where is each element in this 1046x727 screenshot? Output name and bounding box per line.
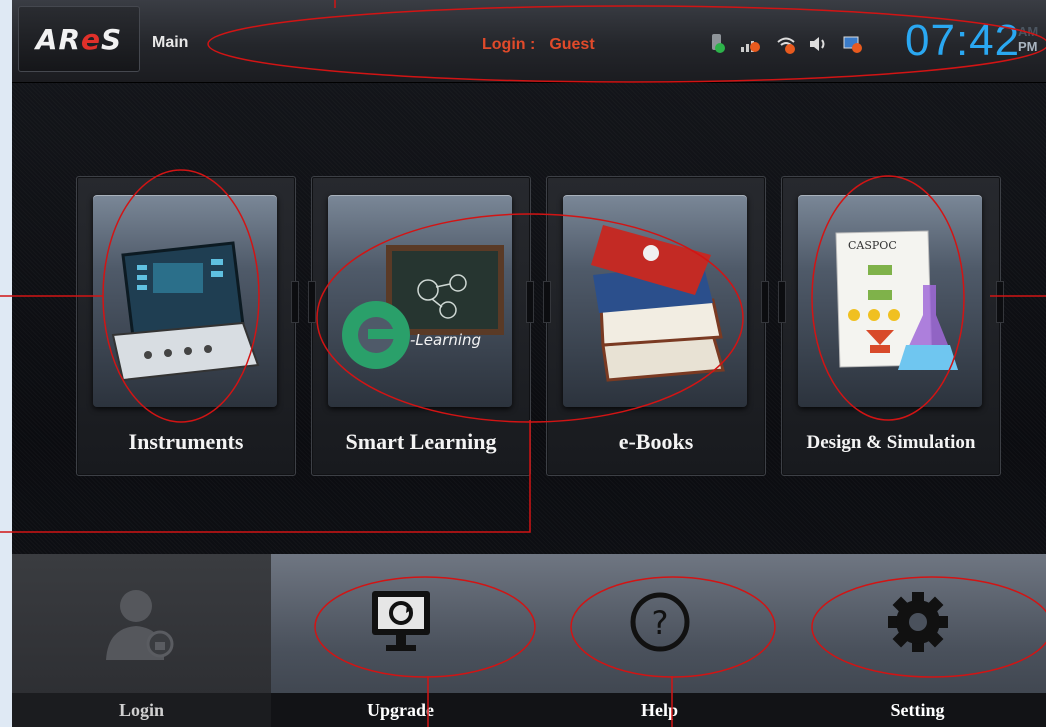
tile-label: Instruments	[128, 429, 244, 454]
tile-label: e-Books	[618, 429, 694, 454]
logo-e: e	[81, 22, 102, 56]
login-label: Login	[12, 693, 271, 727]
bottom-bar: Login Upgrade ? Help Setting	[12, 554, 1046, 727]
tile-instruments[interactable]: Instruments	[76, 176, 299, 476]
am-pm-indicator: AM PM	[1018, 24, 1038, 54]
instrument-device-icon	[93, 195, 277, 407]
tile-smart-learning[interactable]: -Learning Smart Learning	[308, 176, 534, 476]
e-learning-icon: -Learning	[328, 195, 512, 407]
help-label: Help	[530, 693, 789, 727]
tile-design-simulation[interactable]: CASPOC Design & Simulation	[778, 176, 1004, 476]
page-title: Main	[152, 34, 189, 51]
help-button[interactable]: ? Help	[530, 554, 790, 727]
signal-icon	[741, 41, 760, 52]
setting-label: Setting	[789, 693, 1046, 727]
svg-text:CASPOC: CASPOC	[848, 239, 897, 252]
user-lock-icon	[12, 580, 271, 664]
app-logo: AR e S	[18, 6, 140, 72]
clock: 07:42	[905, 16, 1021, 65]
wifi-icon	[777, 37, 795, 54]
caspoc-flask-icon: CASPOC	[798, 195, 982, 407]
svg-text:-Learning: -Learning	[410, 331, 481, 349]
login-status: Login : Guest	[482, 36, 609, 54]
logo-s: S	[101, 22, 123, 56]
app-screen: AR e S Main Login : Guest 07:42 AM PM In…	[12, 0, 1046, 727]
upgrade-label: Upgrade	[271, 693, 530, 727]
am-label: AM	[1018, 24, 1039, 39]
logo-text: AR	[35, 22, 82, 56]
monitor-update-icon	[271, 580, 530, 664]
upgrade-button[interactable]: Upgrade	[271, 554, 531, 727]
top-bar: AR e S Main Login : Guest 07:42 AM PM	[12, 0, 1046, 83]
tile-label: Smart Learning	[345, 429, 497, 454]
usb-icon	[712, 34, 725, 53]
network-icon	[843, 36, 862, 53]
login-button[interactable]: Login	[12, 554, 272, 727]
tile-label: Design & Simulation	[806, 432, 976, 453]
svg-text:?: ?	[651, 604, 668, 642]
pm-label: PM	[1018, 39, 1038, 54]
gear-icon	[789, 580, 1046, 664]
question-icon: ?	[530, 580, 789, 664]
setting-button[interactable]: Setting	[789, 554, 1046, 727]
login-prefix: Login :	[482, 36, 536, 53]
tile-e-books[interactable]: e-Books	[543, 176, 769, 476]
books-icon	[563, 195, 747, 407]
login-user: Guest	[549, 36, 595, 53]
volume-icon	[810, 37, 825, 51]
